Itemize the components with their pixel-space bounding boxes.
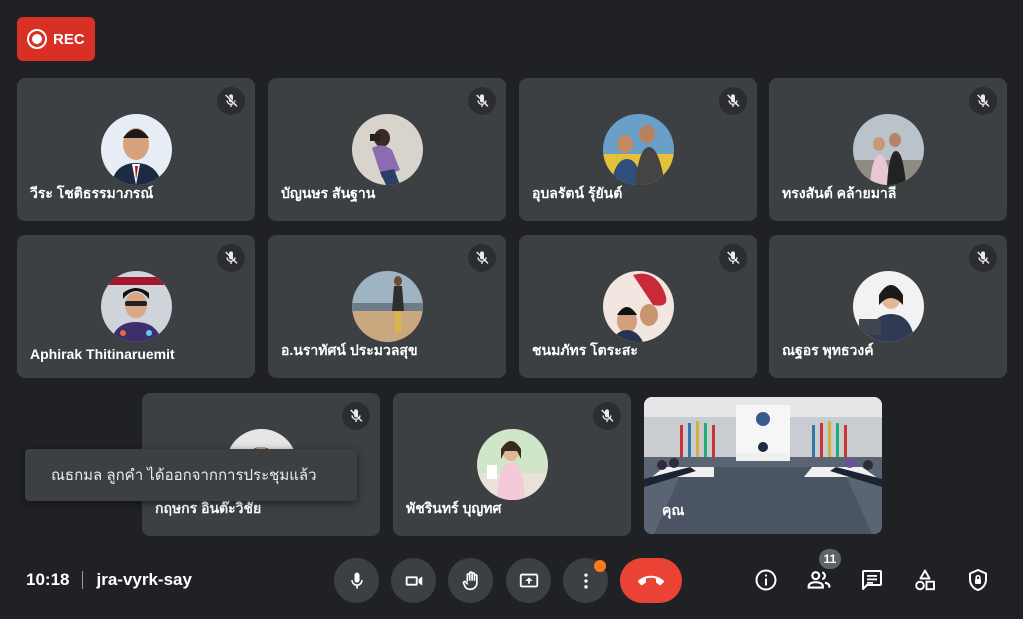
participant-tile[interactable]: บัญนษร สันฐาน <box>268 78 506 221</box>
activities-icon <box>915 569 935 591</box>
participant-count-badge: 11 <box>819 549 841 569</box>
end-call-icon <box>638 575 664 585</box>
more-options-button[interactable] <box>563 558 608 603</box>
hand-icon <box>462 570 478 590</box>
present-icon <box>519 573 538 587</box>
leave-call-button[interactable] <box>620 558 682 603</box>
avatar <box>477 429 548 500</box>
participant-name: กฤษกร อินต๊ะวิชัย <box>155 500 262 516</box>
participant-tile[interactable]: พัชรินทร์ บุญทศ <box>393 393 631 536</box>
avatar <box>352 114 423 185</box>
participant-name: พัชรินทร์ บุญทศ <box>406 500 502 516</box>
notification-dot <box>594 560 606 572</box>
participant-name: ทรงสันต์ คล้ายมาลี <box>782 185 897 201</box>
people-button[interactable] <box>804 565 834 595</box>
mic-off-icon <box>342 402 370 430</box>
participant-name: Aphirak Thitinaruemit <box>30 346 175 362</box>
record-icon <box>27 29 47 49</box>
self-view-tile[interactable]: คุณ <box>644 397 882 534</box>
camera-icon <box>405 575 422 586</box>
avatar <box>853 271 924 342</box>
meeting-info: 10:18 jra-vyrk-say <box>26 570 192 590</box>
raise-hand-button[interactable] <box>448 558 493 603</box>
avatar <box>603 271 674 342</box>
participant-name: ชนมภัทร โตระสะ <box>532 342 638 358</box>
avatar <box>352 271 423 342</box>
avatar <box>603 114 674 185</box>
meeting-time: 10:18 <box>26 570 70 589</box>
divider <box>82 571 84 589</box>
present-screen-button[interactable] <box>506 558 551 603</box>
self-view-name: คุณ <box>662 502 685 518</box>
info-icon <box>755 569 777 591</box>
activities-button[interactable] <box>910 565 940 595</box>
participant-name: บัญนษร สันฐาน <box>281 185 376 201</box>
participant-name: อ.นราทัศน์ ประมวลสุข <box>281 342 418 358</box>
mic-off-icon <box>468 87 496 115</box>
mic-off-icon <box>969 87 997 115</box>
meeting-code[interactable]: jra-vyrk-say <box>96 570 191 590</box>
meeting-details-button[interactable] <box>751 565 781 595</box>
mic-off-icon <box>719 244 747 272</box>
chat-button[interactable] <box>857 565 887 595</box>
mic-off-icon <box>217 244 245 272</box>
mic-off-icon <box>468 244 496 272</box>
host-controls-button[interactable] <box>963 565 993 595</box>
avatar <box>101 271 172 342</box>
participant-tile[interactable]: ทรงสันต์ คล้ายมาลี <box>769 78 1007 221</box>
participant-tile[interactable]: ณฐอร พุทธวงค์ <box>769 235 1007 378</box>
mic-off-icon <box>217 87 245 115</box>
more-vert-icon <box>583 573 588 588</box>
participant-name: อุบลรัตน์ รุ้ยันต์ <box>532 185 623 201</box>
mic-off-icon <box>969 244 997 272</box>
participant-name: วีระ โชติธรรมาภรณ์ <box>30 185 154 201</box>
mic-off-icon <box>719 87 747 115</box>
microphone-icon <box>350 572 363 588</box>
camera-button[interactable] <box>391 558 436 603</box>
recording-indicator[interactable]: REC <box>17 17 95 61</box>
participant-tile[interactable]: วีระ โชติธรรมาภรณ์ <box>17 78 255 221</box>
avatar <box>853 114 924 185</box>
participant-tile[interactable]: Aphirak Thitinaruemit <box>17 235 255 378</box>
participant-tile[interactable]: อ.นราทัศน์ ประมวลสุข <box>268 235 506 378</box>
mic-off-icon <box>593 402 621 430</box>
participant-tile[interactable]: อุบลรัตน์ รุ้ยันต์ <box>519 78 757 221</box>
microphone-button[interactable] <box>334 558 379 603</box>
participant-name: ณฐอร พุทธวงค์ <box>782 342 874 358</box>
participant-tile[interactable]: ชนมภัทร โตระสะ <box>519 235 757 378</box>
chat-icon <box>862 570 882 590</box>
avatar <box>101 114 172 185</box>
shield-lock-icon <box>969 569 987 591</box>
people-icon <box>807 571 831 589</box>
notification-toast: ณธกมล ลูกคำ ได้ออกจากการประชุมแล้ว <box>25 449 357 501</box>
recording-label: REC <box>53 30 85 48</box>
